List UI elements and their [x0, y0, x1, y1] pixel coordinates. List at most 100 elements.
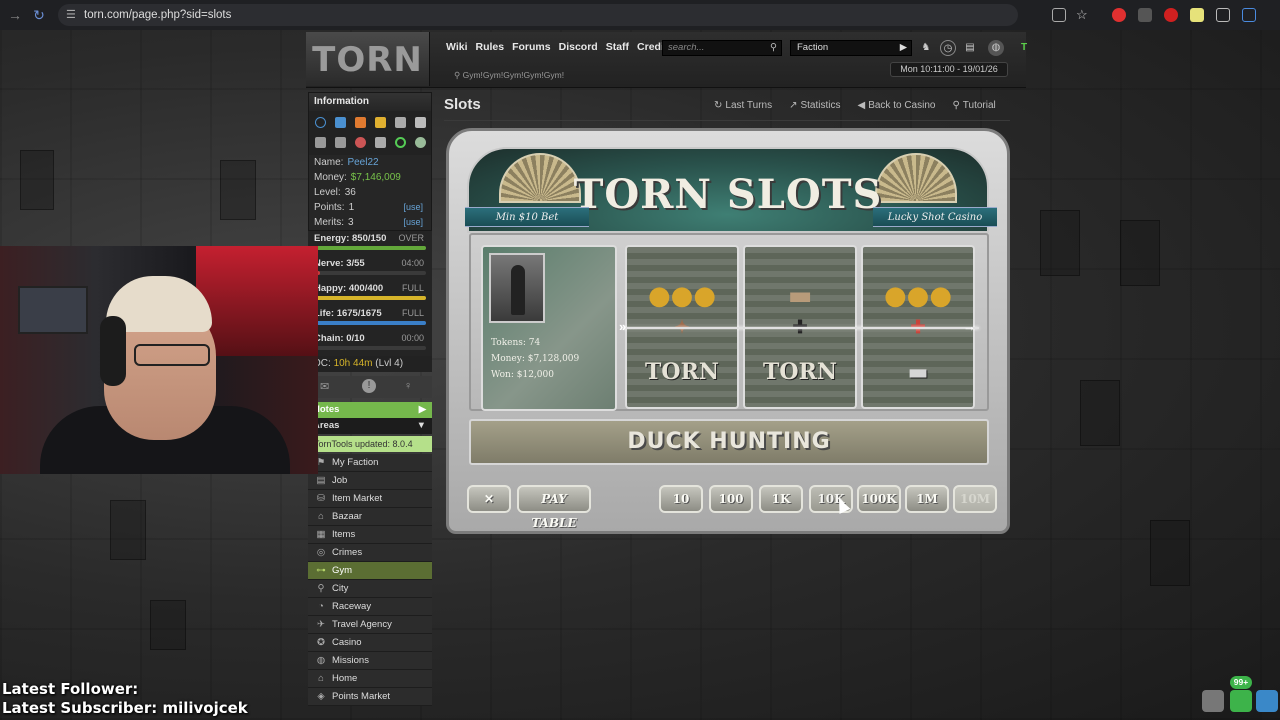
- envelope-icon[interactable]: ✉: [320, 380, 329, 393]
- people-icon[interactable]: ♞: [918, 40, 934, 56]
- company-icon[interactable]: [375, 137, 386, 148]
- bet-1m-button[interactable]: 1M: [905, 485, 949, 513]
- oc-level: (Lvl 4): [375, 358, 404, 369]
- chevron-down-icon: ▼: [416, 420, 426, 431]
- bell-icon[interactable]: ♀: [404, 380, 412, 392]
- sidebar-item-city[interactable]: ⚲ City: [308, 580, 432, 598]
- sidebar-item-gym[interactable]: ⊶ Gym: [308, 562, 432, 580]
- cast-icon[interactable]: [1052, 8, 1066, 22]
- sound-toggle-button[interactable]: ✕: [467, 485, 511, 513]
- sidebar-item-label: Casino: [332, 637, 362, 648]
- reload-icon[interactable]: ↻: [28, 7, 50, 24]
- globe-icon[interactable]: ◍: [988, 40, 1004, 56]
- male-icon[interactable]: [315, 117, 326, 128]
- bet-100-button[interactable]: 100: [709, 485, 753, 513]
- background-window: [110, 500, 146, 560]
- pin-icon: ⚲: [454, 70, 463, 80]
- payline-end-icon: →: [963, 319, 976, 334]
- sidebar-item-label: My Faction: [332, 457, 379, 468]
- extension-icon[interactable]: [1138, 8, 1152, 22]
- grid-app-icon[interactable]: [1202, 690, 1224, 712]
- breadcrumb-text: Gym!Gym!Gym!Gym!Gym!: [462, 70, 565, 80]
- notes-toggle[interactable]: Notes ▶: [308, 402, 432, 418]
- sidebar-item-raceway[interactable]: ◔ Raceway: [308, 598, 432, 616]
- bar-energy[interactable]: Energy: 850/150 OVER: [308, 231, 432, 256]
- sidebar-item-items[interactable]: ▦ Items: [308, 526, 432, 544]
- sidebar-item-item-market[interactable]: ⛁ Item Market: [308, 490, 432, 508]
- bar-nerve[interactable]: Nerve: 3/55 04:00: [308, 256, 432, 281]
- bet-10m-button[interactable]: 10M: [953, 485, 997, 513]
- search-input[interactable]: search... ⚲: [662, 40, 782, 56]
- city-icon: ⚲: [317, 583, 325, 594]
- hand-app-icon[interactable]: [1230, 690, 1252, 712]
- torn-logo[interactable]: TORN: [306, 32, 430, 86]
- bet-100k-button[interactable]: 100K: [857, 485, 901, 513]
- last-turns-link[interactable]: ↻ Last Turns: [714, 100, 775, 111]
- clock-icon[interactable]: ◷: [940, 40, 956, 56]
- sidebar-item-points-market[interactable]: ◈ Points Market: [308, 688, 432, 706]
- flask-icon[interactable]: [395, 117, 406, 128]
- clipboard-icon[interactable]: ▤: [962, 40, 978, 56]
- refresh-icon[interactable]: [395, 137, 406, 148]
- booster-icon[interactable]: [415, 137, 426, 148]
- back-to-casino-link[interactable]: ◀ Back to Casino: [858, 100, 939, 111]
- address-bar[interactable]: ☰ torn.com/page.php?sid=slots: [58, 4, 1018, 26]
- tutorial-link[interactable]: ⚲ Tutorial: [952, 100, 998, 111]
- extension-icon[interactable]: [1112, 8, 1126, 22]
- search-icon[interactable]: ⚲: [770, 41, 777, 55]
- bar-track: [314, 321, 426, 325]
- nav-staff[interactable]: Staff: [606, 41, 629, 53]
- car-icon[interactable]: [415, 117, 426, 128]
- sidebar-item-missions[interactable]: ◍ Missions: [308, 652, 432, 670]
- alert-icon[interactable]: !: [362, 379, 376, 393]
- torntools-notice[interactable]: TornTools updated: 8.0.4: [308, 436, 432, 452]
- pay-table-button[interactable]: PAY TABLE: [517, 485, 591, 530]
- faction-select[interactable]: Faction ▶: [790, 40, 912, 56]
- bank-icon[interactable]: [315, 137, 326, 148]
- nav-discord[interactable]: Discord: [559, 41, 598, 53]
- sidebar-item-label: Item Market: [332, 493, 383, 504]
- extension-icon[interactable]: [1242, 8, 1256, 22]
- torntools-icon[interactable]: T: [1016, 40, 1032, 56]
- use-merits-link[interactable]: [use]: [403, 215, 423, 230]
- extension-icon[interactable]: [1164, 8, 1178, 22]
- sidebar-item-job[interactable]: ▤ Job: [308, 472, 432, 490]
- pencil-app-icon[interactable]: [1256, 690, 1278, 712]
- heart-icon[interactable]: [355, 117, 366, 128]
- sidebar-item-bazaar[interactable]: ⌂ Bazaar: [308, 508, 432, 526]
- bar-value: 850/150: [352, 233, 387, 244]
- sidebar-item-label: Missions: [332, 655, 369, 666]
- casino-icon: ✪: [317, 637, 325, 648]
- sidebar-item-crimes[interactable]: ◎ Crimes: [308, 544, 432, 562]
- bet-1k-button[interactable]: 1K: [759, 485, 803, 513]
- back-icon[interactable]: →: [4, 7, 26, 23]
- nav-rules[interactable]: Rules: [476, 41, 505, 53]
- bar-chain[interactable]: Chain: 0/10 00:00: [308, 331, 432, 356]
- sidebar-item-casino[interactable]: ✪ Casino: [308, 634, 432, 652]
- site-settings-icon[interactable]: ☰: [66, 4, 76, 26]
- nav-wiki[interactable]: Wiki: [446, 41, 468, 53]
- statistics-link[interactable]: ↗ Statistics: [789, 100, 843, 111]
- bars-panel: Energy: 850/150 OVER Nerve: 3/55 04:00 Happy…: [308, 231, 432, 356]
- player-name-link[interactable]: Peel22: [347, 157, 378, 168]
- information-panel: Information Name: Peel22 Money: $7,146,009…: [308, 92, 432, 231]
- sidebar-item-my-faction[interactable]: ⚑ My Faction: [308, 454, 432, 472]
- won-amount: Won: $12,000: [491, 370, 554, 380]
- education-icon[interactable]: [335, 137, 346, 148]
- nav-forums[interactable]: Forums: [512, 41, 551, 53]
- sidebar-item-home[interactable]: ⌂ Home: [308, 670, 432, 688]
- star-icon[interactable]: [335, 117, 346, 128]
- bet-10-button[interactable]: 10: [659, 485, 703, 513]
- medical-icon[interactable]: [355, 137, 366, 148]
- mail-icon[interactable]: [375, 117, 386, 128]
- use-points-link[interactable]: [use]: [403, 200, 423, 215]
- travel-icon: ✈: [317, 619, 325, 630]
- bar-happy[interactable]: Happy: 400/400 FULL: [308, 281, 432, 306]
- bar-life[interactable]: Life: 1675/1675 FULL: [308, 306, 432, 331]
- bookmark-star-icon[interactable]: ☆: [1076, 8, 1090, 22]
- extension-icon[interactable]: [1190, 8, 1204, 22]
- points-value: 1: [348, 202, 355, 213]
- areas-toggle[interactable]: Areas ▼: [308, 418, 432, 434]
- sidebar-item-travel-agency[interactable]: ✈ Travel Agency: [308, 616, 432, 634]
- extension-icon[interactable]: [1216, 8, 1230, 22]
